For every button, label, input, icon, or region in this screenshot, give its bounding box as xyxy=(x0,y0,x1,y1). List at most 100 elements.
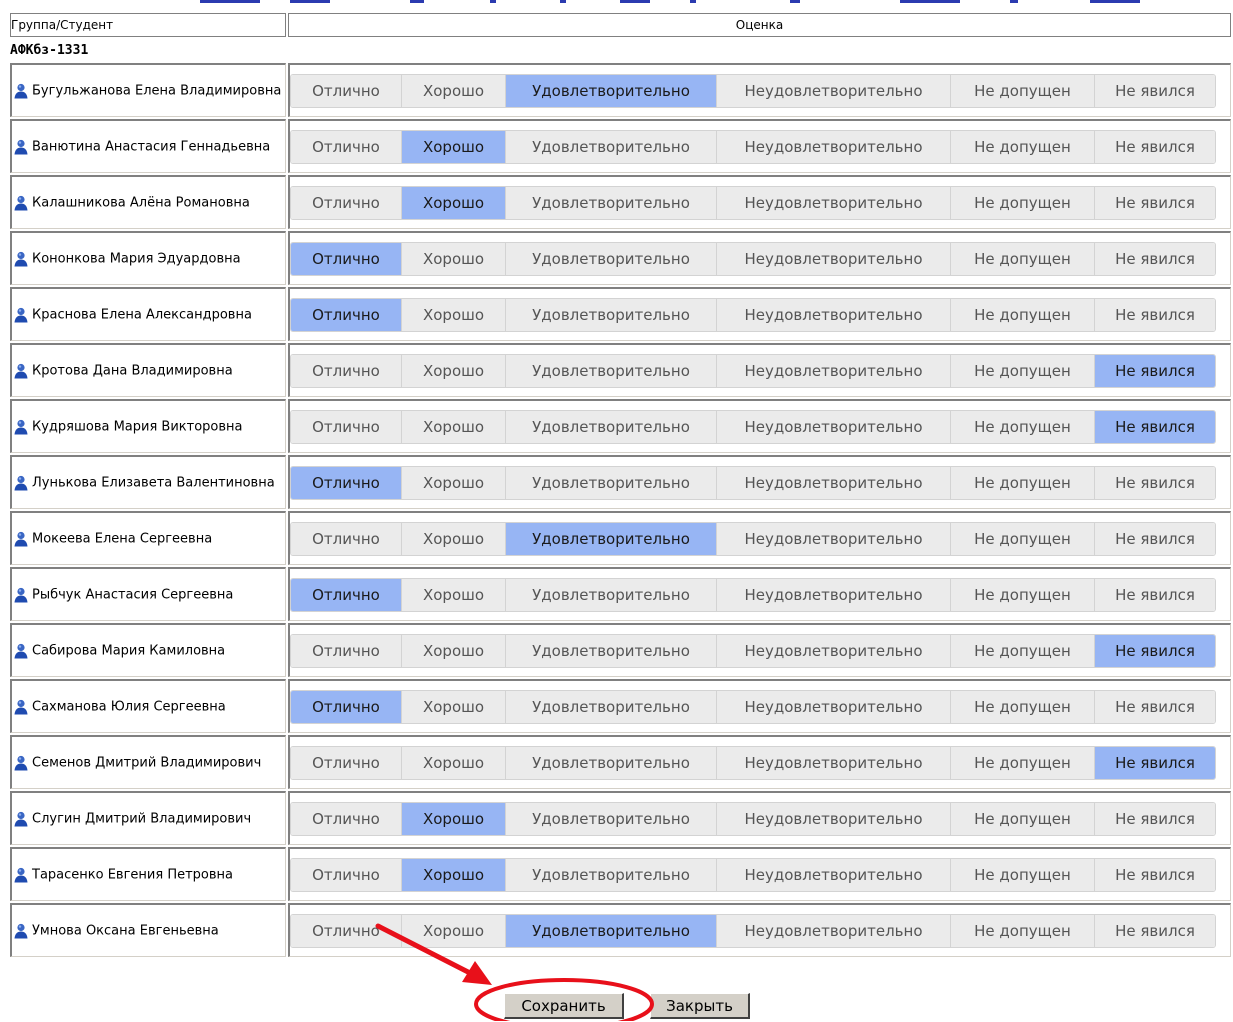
grade-option-5[interactable]: Не явился xyxy=(1095,690,1215,723)
grade-option-0[interactable]: Отлично xyxy=(291,242,402,275)
grade-option-2[interactable]: Удовлетворительно xyxy=(506,410,717,443)
grade-option-4[interactable]: Не допущен xyxy=(951,130,1095,163)
grade-option-5[interactable]: Не явился xyxy=(1095,578,1215,611)
grade-option-3[interactable]: Неудовлетворительно xyxy=(717,858,951,891)
grade-option-4[interactable]: Не допущен xyxy=(951,298,1095,331)
grade-option-5[interactable]: Не явился xyxy=(1095,802,1215,835)
grade-option-5[interactable]: Не явился xyxy=(1095,746,1215,779)
grade-option-3[interactable]: Неудовлетворительно xyxy=(717,130,951,163)
grade-option-1[interactable]: Хорошо xyxy=(402,354,506,387)
grade-option-2[interactable]: Удовлетворительно xyxy=(506,802,717,835)
grade-option-1[interactable]: Хорошо xyxy=(402,802,506,835)
grade-option-5[interactable]: Не явился xyxy=(1095,914,1215,947)
grade-option-3[interactable]: Неудовлетворительно xyxy=(717,690,951,723)
grade-option-2[interactable]: Удовлетворительно xyxy=(506,690,717,723)
grade-option-4[interactable]: Не допущен xyxy=(951,634,1095,667)
grade-option-5[interactable]: Не явился xyxy=(1095,466,1215,499)
grade-option-0[interactable]: Отлично xyxy=(291,634,402,667)
grade-option-2[interactable]: Удовлетворительно xyxy=(506,578,717,611)
grade-option-3[interactable]: Неудовлетворительно xyxy=(717,186,951,219)
grade-option-0[interactable]: Отлично xyxy=(291,746,402,779)
grade-option-4[interactable]: Не допущен xyxy=(951,858,1095,891)
student-row: Кононкова Мария Эдуардовна Отлично Хорошо У… xyxy=(10,231,1231,285)
grade-option-1[interactable]: Хорошо xyxy=(402,466,506,499)
grade-option-3[interactable]: Неудовлетворительно xyxy=(717,634,951,667)
grade-option-4[interactable]: Не допущен xyxy=(951,914,1095,947)
grade-option-4[interactable]: Не допущен xyxy=(951,242,1095,275)
grade-option-1[interactable]: Хорошо xyxy=(402,578,506,611)
close-button[interactable]: Закрыть xyxy=(650,993,750,1019)
grade-option-2[interactable]: Удовлетворительно xyxy=(506,914,717,947)
grade-option-2[interactable]: Удовлетворительно xyxy=(506,74,717,107)
grade-option-3[interactable]: Неудовлетворительно xyxy=(717,410,951,443)
grade-option-2[interactable]: Удовлетворительно xyxy=(506,634,717,667)
grade-option-5[interactable]: Не явился xyxy=(1095,186,1215,219)
grade-option-5[interactable]: Не явился xyxy=(1095,858,1215,891)
grade-option-5[interactable]: Не явился xyxy=(1095,298,1215,331)
grade-option-0[interactable]: Отлично xyxy=(291,802,402,835)
grade-option-0[interactable]: Отлично xyxy=(291,858,402,891)
grade-option-0[interactable]: Отлично xyxy=(291,354,402,387)
grade-option-1[interactable]: Хорошо xyxy=(402,522,506,555)
grade-option-5[interactable]: Не явился xyxy=(1095,242,1215,275)
grade-option-3[interactable]: Неудовлетворительно xyxy=(717,802,951,835)
grade-option-5[interactable]: Не явился xyxy=(1095,634,1215,667)
grade-option-0[interactable]: Отлично xyxy=(291,466,402,499)
grade-option-0[interactable]: Отлично xyxy=(291,690,402,723)
grade-option-1[interactable]: Хорошо xyxy=(402,746,506,779)
grade-option-3[interactable]: Неудовлетворительно xyxy=(717,354,951,387)
grade-option-0[interactable]: Отлично xyxy=(291,914,402,947)
grade-option-1[interactable]: Хорошо xyxy=(402,186,506,219)
grade-option-4[interactable]: Не допущен xyxy=(951,690,1095,723)
grade-option-1[interactable]: Хорошо xyxy=(402,130,506,163)
grade-option-2[interactable]: Удовлетворительно xyxy=(506,522,717,555)
grade-option-2[interactable]: Удовлетворительно xyxy=(506,242,717,275)
grade-option-2[interactable]: Удовлетворительно xyxy=(506,354,717,387)
grade-option-5[interactable]: Не явился xyxy=(1095,410,1215,443)
grade-option-5[interactable]: Не явился xyxy=(1095,74,1215,107)
grade-option-5[interactable]: Не явился xyxy=(1095,354,1215,387)
save-button[interactable]: Сохранить xyxy=(504,993,624,1019)
grade-option-3[interactable]: Неудовлетворительно xyxy=(717,914,951,947)
grade-option-0[interactable]: Отлично xyxy=(291,410,402,443)
grade-option-0[interactable]: Отлично xyxy=(291,522,402,555)
grade-option-4[interactable]: Не допущен xyxy=(951,354,1095,387)
grade-option-4[interactable]: Не допущен xyxy=(951,522,1095,555)
grade-option-1[interactable]: Хорошо xyxy=(402,242,506,275)
grade-option-3[interactable]: Неудовлетворительно xyxy=(717,74,951,107)
grade-option-1[interactable]: Хорошо xyxy=(402,634,506,667)
grade-option-2[interactable]: Удовлетворительно xyxy=(506,186,717,219)
grade-option-0[interactable]: Отлично xyxy=(291,186,402,219)
grade-option-3[interactable]: Неудовлетворительно xyxy=(717,466,951,499)
grade-option-4[interactable]: Не допущен xyxy=(951,410,1095,443)
grade-option-4[interactable]: Не допущен xyxy=(951,74,1095,107)
grade-option-2[interactable]: Удовлетворительно xyxy=(506,466,717,499)
grade-option-1[interactable]: Хорошо xyxy=(402,410,506,443)
grade-option-1[interactable]: Хорошо xyxy=(402,914,506,947)
grade-option-5[interactable]: Не явился xyxy=(1095,522,1215,555)
grade-option-3[interactable]: Неудовлетворительно xyxy=(717,746,951,779)
grade-option-5[interactable]: Не явился xyxy=(1095,130,1215,163)
grade-option-3[interactable]: Неудовлетворительно xyxy=(717,242,951,275)
grade-option-0[interactable]: Отлично xyxy=(291,130,402,163)
grade-option-1[interactable]: Хорошо xyxy=(402,858,506,891)
grade-option-1[interactable]: Хорошо xyxy=(402,690,506,723)
grade-option-4[interactable]: Не допущен xyxy=(951,578,1095,611)
grade-option-2[interactable]: Удовлетворительно xyxy=(506,298,717,331)
grade-option-3[interactable]: Неудовлетворительно xyxy=(717,578,951,611)
grade-option-3[interactable]: Неудовлетворительно xyxy=(717,522,951,555)
grade-option-1[interactable]: Хорошо xyxy=(402,298,506,331)
grade-option-0[interactable]: Отлично xyxy=(291,578,402,611)
grade-option-0[interactable]: Отлично xyxy=(291,74,402,107)
grade-option-0[interactable]: Отлично xyxy=(291,298,402,331)
grade-option-1[interactable]: Хорошо xyxy=(402,74,506,107)
grade-option-2[interactable]: Удовлетворительно xyxy=(506,746,717,779)
grade-option-2[interactable]: Удовлетворительно xyxy=(506,130,717,163)
student-cell: Семенов Дмитрий Владимирович xyxy=(10,735,286,789)
grade-option-3[interactable]: Неудовлетворительно xyxy=(717,298,951,331)
grade-option-4[interactable]: Не допущен xyxy=(951,466,1095,499)
grade-option-4[interactable]: Не допущен xyxy=(951,186,1095,219)
grade-option-4[interactable]: Не допущен xyxy=(951,746,1095,779)
grade-option-4[interactable]: Не допущен xyxy=(951,802,1095,835)
grade-option-2[interactable]: Удовлетворительно xyxy=(506,858,717,891)
